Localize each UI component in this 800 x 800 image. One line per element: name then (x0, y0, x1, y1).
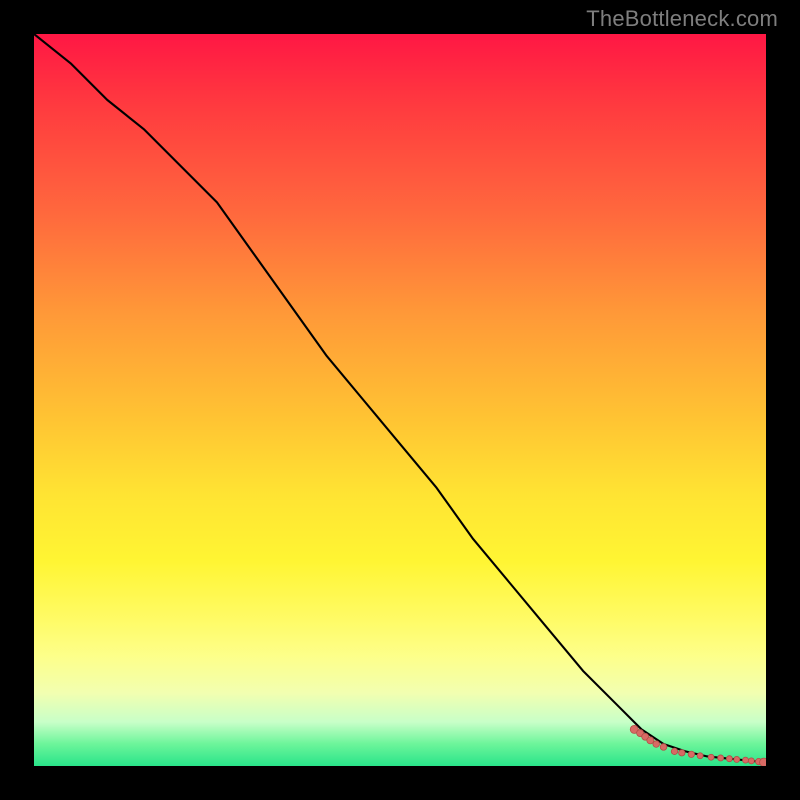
sample-dot (718, 755, 724, 761)
sample-dot (734, 756, 740, 762)
sample-dot (726, 756, 732, 762)
sample-dots (630, 725, 766, 766)
sample-dot (748, 758, 754, 764)
sample-dot (708, 754, 714, 760)
sample-dot (653, 741, 660, 748)
plot-area (34, 34, 766, 766)
chart-overlay (34, 34, 766, 766)
sample-dot (688, 751, 694, 757)
sample-dot (660, 744, 667, 751)
watermark-text: TheBottleneck.com (586, 6, 778, 32)
chart-stage: TheBottleneck.com (0, 0, 800, 800)
bottleneck-curve (34, 34, 766, 762)
sample-dot (679, 750, 685, 756)
sample-dot (697, 753, 703, 759)
sample-dot (760, 758, 766, 766)
sample-dot (743, 757, 749, 763)
sample-dot (671, 748, 677, 754)
